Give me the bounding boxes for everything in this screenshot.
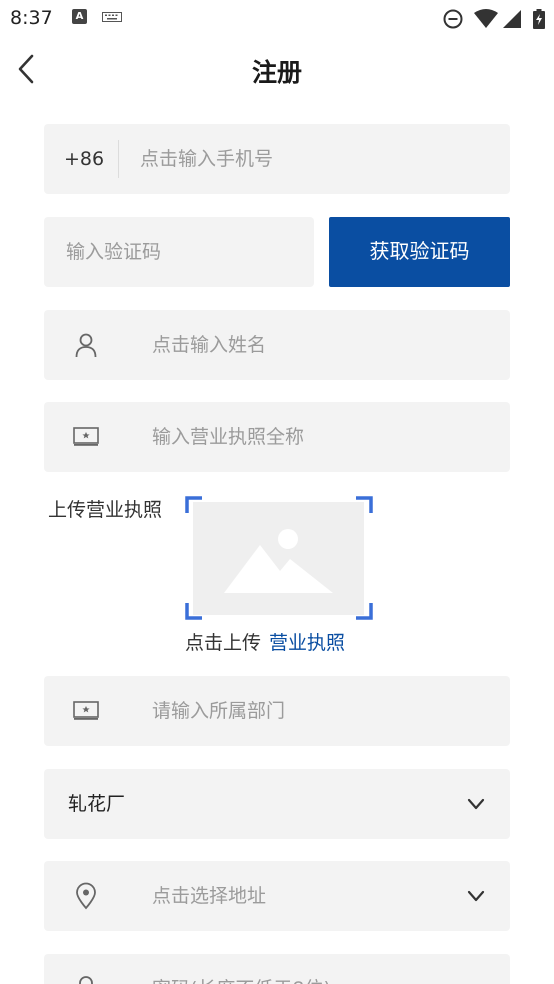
image-placeholder-icon [185, 496, 373, 620]
phone-placeholder: 点击输入手机号 [140, 148, 274, 170]
user-icon [72, 331, 100, 359]
chevron-down-icon [467, 890, 485, 902]
upload-license-link[interactable]: 营业执照 [269, 632, 345, 654]
cellular-icon [503, 10, 521, 28]
license-name-placeholder: 输入营业执照全称 [152, 426, 305, 448]
password-input[interactable]: 密码(长度不低于8位) [44, 954, 510, 984]
verification-code-placeholder: 输入验证码 [66, 241, 162, 263]
location-pin-icon [72, 882, 100, 910]
keyboard-a-icon: A [72, 9, 87, 24]
phone-input[interactable]: +86 点击输入手机号 [44, 124, 510, 194]
department-placeholder: 请输入所属部门 [152, 700, 286, 722]
password-placeholder: 密码(长度不低于8位) [152, 954, 331, 984]
nav-bar: 注册 [0, 36, 554, 102]
id-card-icon [72, 423, 100, 451]
department-input[interactable]: 请输入所属部门 [44, 676, 510, 746]
upload-license-area[interactable] [184, 495, 374, 621]
factory-select[interactable]: 轧花厂 [44, 769, 510, 839]
upload-caption-prefix: 点击上传 [185, 632, 262, 654]
verification-code-input[interactable]: 输入验证码 [44, 217, 314, 287]
status-time: 8:37 [10, 7, 53, 29]
keyboard-icon [102, 12, 122, 22]
license-name-input[interactable]: 输入营业执照全称 [44, 402, 510, 472]
do-not-disturb-icon [443, 9, 463, 29]
country-code-prefix[interactable]: +86 [64, 124, 104, 194]
upload-license-label: 上传营业执照 [48, 499, 163, 521]
page-title: 注册 [251, 58, 302, 87]
chevron-down-icon [467, 798, 485, 810]
address-select[interactable]: 点击选择地址 [44, 861, 510, 931]
get-code-button[interactable]: 获取验证码 [329, 217, 510, 287]
wifi-icon [474, 9, 498, 28]
battery-charging-icon [533, 9, 545, 29]
divider [118, 140, 119, 178]
factory-value: 轧花厂 [68, 793, 126, 815]
name-input[interactable]: 点击输入姓名 [44, 310, 510, 380]
lock-icon [72, 975, 100, 984]
status-bar: 8:37 A [0, 0, 554, 36]
id-card-icon [72, 697, 100, 725]
upload-caption: 点击上传 营业执照 [185, 628, 345, 655]
name-placeholder: 点击输入姓名 [152, 334, 267, 356]
address-placeholder: 点击选择地址 [152, 885, 267, 907]
